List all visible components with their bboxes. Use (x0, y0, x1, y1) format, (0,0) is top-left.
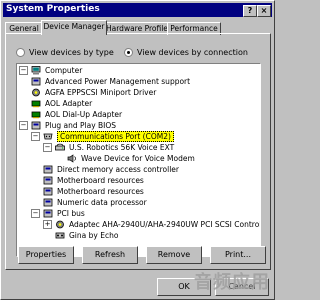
expand-icon[interactable]: + (43, 220, 52, 229)
window-title: System Properties (6, 4, 100, 14)
collapse-icon[interactable]: − (31, 209, 40, 218)
title-bar[interactable]: System Properties ? × (3, 3, 272, 17)
tree-item-usrobotics[interactable]: − U.S. Robotics 56K Voice EXT (43, 142, 174, 153)
system-device-icon (31, 121, 41, 130)
network-adapter-icon (31, 111, 41, 119)
tree-item-gina[interactable]: Gina by Echo (55, 230, 118, 241)
tree-item-numeric-processor[interactable]: Numeric data processor (43, 197, 147, 208)
tab-device-manager[interactable]: Device Manager (41, 20, 107, 35)
port-icon (43, 133, 53, 140)
tree-item-wave-device[interactable]: Wave Device for Voice Modem (67, 153, 195, 164)
scsi-controller-icon (56, 220, 64, 229)
system-device-icon (31, 77, 41, 86)
collapse-icon[interactable]: − (43, 143, 52, 152)
device-tree[interactable]: − Computer Advanced Power Management sup… (16, 63, 261, 257)
tree-item-pnp-bios[interactable]: − Plug and Play BIOS (19, 120, 116, 131)
tree-item-aol-dialup[interactable]: AOL Dial-Up Adapter (31, 109, 122, 120)
system-properties-window: System Properties ? × General Device Man… (0, 0, 275, 300)
collapse-icon[interactable]: − (19, 66, 28, 75)
speaker-icon (67, 154, 76, 163)
view-by-connection-label: View devices by connection (137, 47, 248, 57)
tree-item-label: PCI bus (57, 209, 85, 218)
properties-button[interactable]: Properties (18, 246, 74, 264)
help-button[interactable]: ? (243, 5, 257, 17)
scsi-controller-icon (32, 88, 40, 97)
sound-card-icon (55, 232, 65, 239)
refresh-button[interactable]: Refresh (82, 246, 138, 264)
modem-icon (55, 143, 65, 151)
tree-item-com2[interactable]: − Communications Port (COM2) (31, 131, 174, 142)
tree-item-motherboard-2[interactable]: Motherboard resources (43, 186, 144, 197)
tree-item-label: Communications Port (COM2) (57, 131, 174, 142)
tree-item-label: AGFA EPPSCSI Miniport Driver (45, 88, 157, 97)
view-by-type-radio[interactable] (16, 47, 25, 57)
tree-item-agfa[interactable]: AGFA EPPSCSI Miniport Driver (31, 87, 156, 98)
tree-item-label: Advanced Power Management support (45, 77, 191, 86)
tree-item-label: U.S. Robotics 56K Voice EXT (69, 143, 175, 152)
tree-item-label: Motherboard resources (57, 176, 144, 185)
view-by-type-label: View devices by type (29, 47, 114, 57)
tree-item-label: Plug and Play BIOS (45, 121, 117, 130)
tree-item-label: Gina by Echo (69, 231, 119, 240)
tree-item-pci-bus[interactable]: − PCI bus (31, 208, 85, 219)
tree-item-label: Motherboard resources (57, 187, 144, 196)
view-by-connection-option[interactable]: View devices by connection (124, 46, 248, 58)
tree-item-label: AOL Dial-Up Adapter (45, 110, 123, 119)
tree-item-apm[interactable]: Advanced Power Management support (31, 76, 190, 87)
network-adapter-icon (31, 100, 41, 108)
tree-item-label: Adaptec AHA-2940U/AHA-2940UW PCI SCSI Co… (69, 220, 261, 229)
view-by-type-option[interactable]: View devices by type (16, 46, 114, 58)
tree-item-computer[interactable]: − Computer (19, 65, 82, 76)
view-by-connection-radio[interactable] (124, 47, 133, 57)
tree-item-label: Numeric data processor (57, 198, 147, 207)
close-button[interactable]: × (257, 5, 271, 17)
system-device-icon (43, 209, 53, 218)
tree-item-label: Computer (45, 66, 83, 75)
collapse-icon[interactable]: − (19, 121, 28, 130)
system-device-icon (43, 165, 53, 174)
tree-item-adaptec[interactable]: + Adaptec AHA-2940U/AHA-2940UW PCI SCSI … (43, 219, 261, 230)
tree-item-motherboard-1[interactable]: Motherboard resources (43, 175, 144, 186)
computer-icon (31, 66, 41, 75)
system-device-icon (43, 187, 53, 196)
remove-button[interactable]: Remove (146, 246, 202, 264)
system-device-icon (43, 176, 53, 185)
device-manager-panel: View devices by type View devices by con… (5, 33, 271, 270)
watermark-logo: 音频应用 (194, 272, 270, 293)
collapse-icon[interactable]: − (31, 132, 40, 141)
tree-item-aol-adapter[interactable]: AOL Adapter (31, 98, 92, 109)
tree-item-label: AOL Adapter (45, 99, 93, 108)
print-button[interactable]: Print... (210, 246, 266, 264)
system-device-icon (43, 198, 53, 207)
tree-item-label: Direct memory access controller (57, 165, 179, 174)
tree-item-dma[interactable]: Direct memory access controller (43, 164, 179, 175)
tree-item-label: Wave Device for Voice Modem (81, 154, 195, 163)
